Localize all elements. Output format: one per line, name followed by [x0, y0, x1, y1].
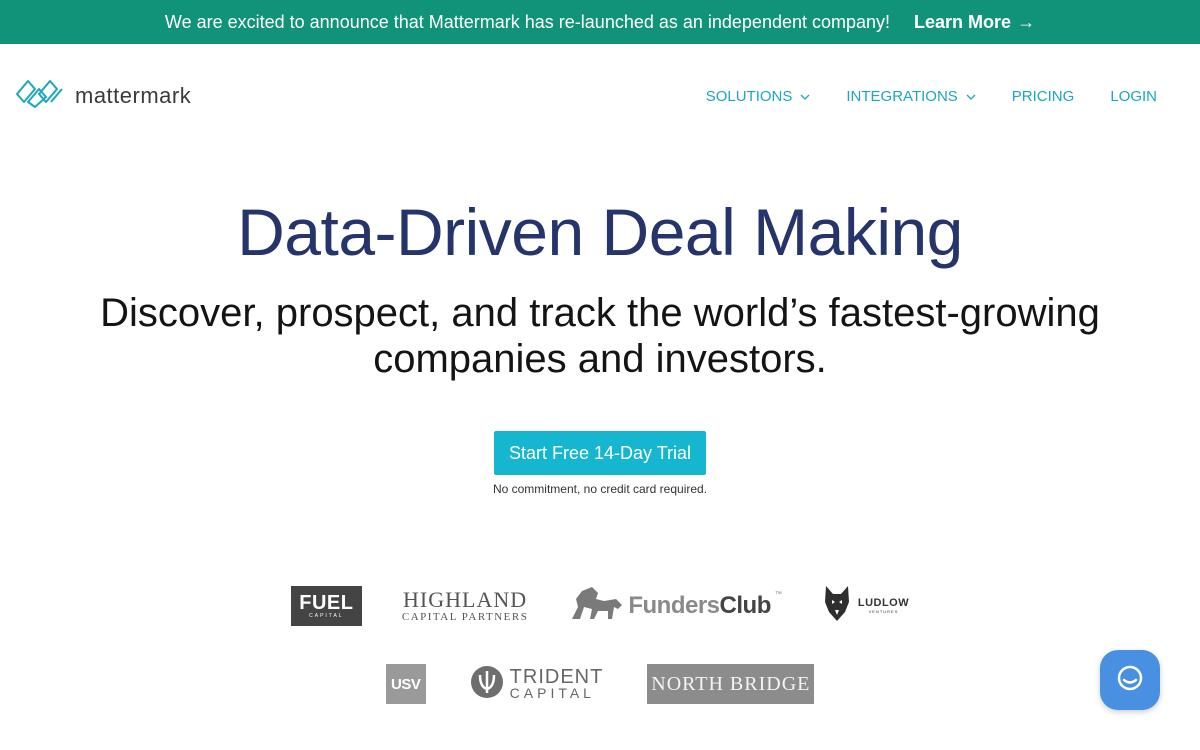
trident-capital-logo: TRIDENT CAPITAL	[470, 665, 604, 704]
nav-login[interactable]: LOGIN	[1110, 88, 1157, 105]
learn-more-label: Learn More	[914, 11, 1012, 32]
arrow-right-icon: →	[1017, 11, 1036, 32]
fuel-logo-name: FUEL	[299, 591, 354, 614]
fuel-logo-sub: CAPITAL	[309, 612, 344, 619]
trademark-mark: ™	[774, 591, 782, 598]
nav-solutions[interactable]: SOLUTIONS	[706, 88, 811, 105]
start-trial-button[interactable]: Start Free 14-Day Trial	[494, 431, 706, 475]
trident-logo-name: TRIDENT	[509, 666, 604, 688]
trident-icon	[470, 665, 504, 704]
cta-note: No commitment, no credit card required.	[492, 482, 708, 496]
hero-title: Data-Driven Deal Making	[237, 195, 963, 269]
chevron-down-icon	[966, 91, 976, 103]
lion-icon	[568, 585, 624, 626]
funders-logo-part-a: Funders	[628, 591, 720, 619]
customer-logos-row-2: USV TRIDENT CAPITAL NORTH BRIDGE	[0, 664, 1200, 704]
nav-pricing[interactable]: PRICING	[1012, 88, 1075, 105]
ludlow-logo-sub: VENTURES	[868, 609, 899, 614]
ludlow-ventures-logo: LUDLOW VENTURES	[822, 584, 909, 627]
chat-bubble-icon	[1116, 664, 1144, 697]
highland-logo-name: HIGHLAND	[403, 586, 528, 612]
main-menu: SOLUTIONS INTEGRATIONS PRICING LOGIN	[706, 88, 1157, 105]
trident-logo-sub: CAPITAL	[509, 685, 595, 701]
logo-wordmark: mattermark	[75, 82, 192, 108]
chevron-down-icon	[800, 91, 810, 103]
funders-logo-part-b: Club	[719, 591, 772, 619]
highland-capital-logo: HIGHLAND CAPITAL PARTNERS	[401, 586, 529, 623]
mattermark-logo-icon	[15, 78, 63, 113]
hero-subtitle: Discover, prospect, and track the world’…	[100, 291, 1100, 381]
ludlow-logo-name: LUDLOW	[857, 597, 910, 609]
nav-solutions-label: SOLUTIONS	[705, 88, 793, 105]
announcement-message: We are excited to announce that Matterma…	[164, 11, 891, 32]
highland-logo-sub: CAPITAL PARTNERS	[401, 610, 529, 623]
announcement-bar: We are excited to announce that Matterma…	[0, 0, 1200, 44]
funders-club-logo: FundersClub ™	[568, 585, 782, 626]
nav-integrations[interactable]: INTEGRATIONS	[846, 88, 976, 105]
chat-widget-button[interactable]	[1100, 650, 1160, 710]
usv-logo: USV	[385, 664, 426, 704]
learn-more-link[interactable]: Learn More →	[914, 12, 1035, 33]
nav-integrations-label: INTEGRATIONS	[846, 88, 958, 105]
top-navigation: mattermark SOLUTIONS INTEGRATIONS PRICIN…	[0, 44, 1200, 144]
mattermark-logo[interactable]: mattermark	[15, 78, 191, 113]
fuel-capital-logo: FUEL CAPITAL	[290, 585, 362, 626]
wolf-icon	[822, 584, 852, 627]
north-bridge-logo: NORTH BRIDGE	[647, 664, 815, 704]
customer-logos-row-1: FUEL CAPITAL HIGHLAND CAPITAL PARTNERS F…	[0, 584, 1200, 627]
